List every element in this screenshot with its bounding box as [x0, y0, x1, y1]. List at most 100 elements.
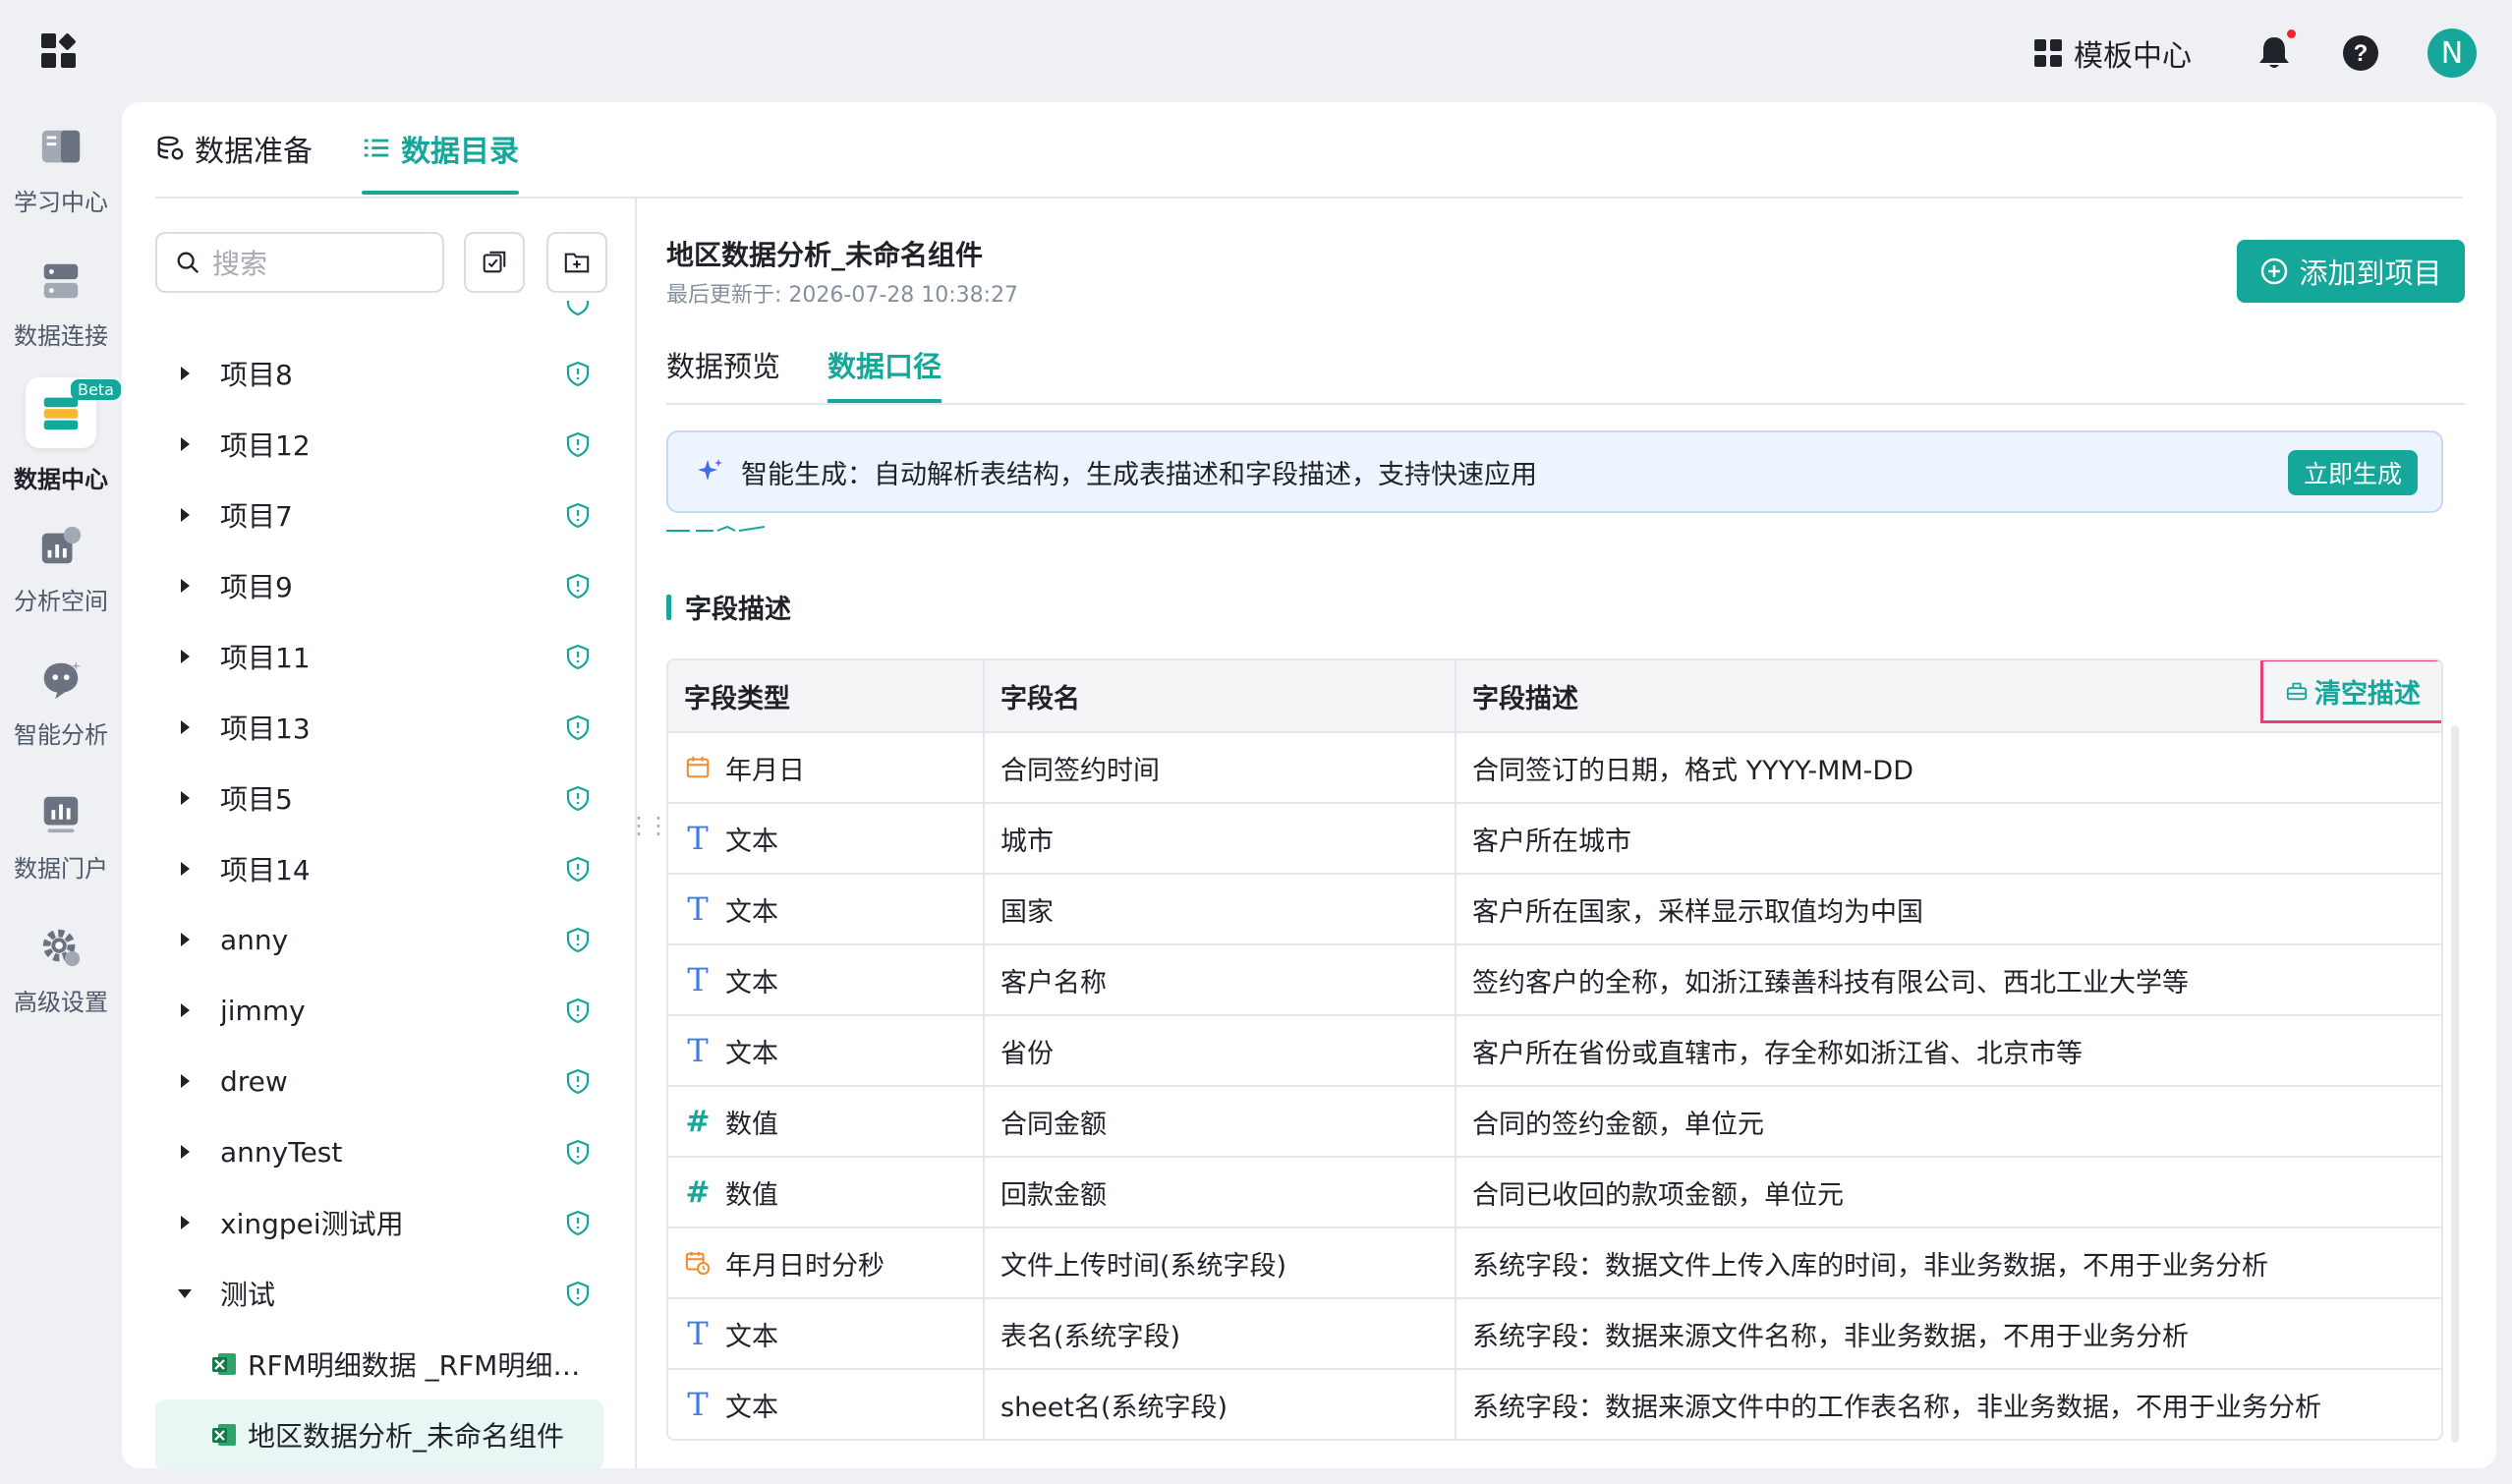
tree-item[interactable]: 项目8 — [155, 338, 603, 409]
cell-field-desc[interactable]: 合同的签约金额，单位元 — [1455, 1087, 2441, 1156]
section-title-text: 字段描述 — [685, 595, 791, 625]
tree-item-label: 项目9 — [220, 571, 293, 603]
tab-data-prep[interactable]: 数据准备 — [155, 102, 313, 195]
nav-label: 智能分析 — [14, 721, 108, 749]
resize-handle-icon[interactable]: ⋮⋮ — [627, 812, 670, 839]
cell-field-desc[interactable]: 合同签订的日期，格式 YYYY-MM-DD — [1455, 733, 2441, 802]
caret-right-icon[interactable] — [175, 578, 195, 594]
field-type-label: 文本 — [725, 1392, 778, 1423]
tree-item[interactable]: 项目12 — [155, 409, 603, 480]
cell-field-desc[interactable]: 合同已收回的款项金额，单位元 — [1455, 1158, 2441, 1227]
tree-item[interactable]: 项目13 — [155, 692, 603, 763]
template-center-label: 模板中心 — [2074, 39, 2192, 74]
new-folder-button[interactable] — [546, 232, 607, 293]
field-type-label: 文本 — [725, 1038, 778, 1069]
nav-label: 数据中心 — [14, 466, 108, 493]
nav-data-center[interactable]: Beta 数据中心 — [0, 377, 122, 494]
content-tabs: 数据预览 数据口径 — [666, 326, 989, 403]
caret-right-icon[interactable] — [175, 1215, 195, 1230]
cell-field-desc[interactable]: 客户所在城市 — [1455, 804, 2441, 873]
nav-smart-analysis[interactable]: 智能分析 — [0, 656, 122, 750]
table-row: T 文本 城市 客户所在城市 — [668, 802, 2441, 873]
caret-down-icon[interactable] — [175, 1285, 195, 1301]
cell-field-desc[interactable]: 系统字段：数据来源文件中的工作表名称，非业务数据，不用于业务分析 — [1455, 1370, 2441, 1439]
cell-field-type: # 数值 — [668, 1158, 983, 1227]
tree-item[interactable]: 项目7 — [155, 480, 603, 550]
caret-right-icon[interactable] — [175, 366, 195, 381]
tree-item[interactable]: annyTest — [155, 1116, 603, 1187]
caret-right-icon[interactable] — [175, 1002, 195, 1018]
caret-right-icon[interactable] — [175, 436, 195, 452]
clear-description-label: 清空描述 — [2314, 678, 2421, 710]
tree-item-label: drew — [220, 1064, 288, 1098]
cell-field-desc[interactable]: 客户所在国家，采样显示取值均为中国 — [1455, 875, 2441, 943]
nav-analysis-space[interactable]: 分析空间 — [0, 523, 122, 616]
tab-data-catalog[interactable]: 数据目录 — [362, 102, 519, 195]
shield-icon — [566, 927, 590, 953]
app-grid-icon[interactable] — [39, 31, 79, 71]
text-type-icon: T — [687, 1315, 709, 1352]
tab-label: 数据准备 — [195, 135, 313, 169]
tree-item[interactable]: 项目5 — [155, 763, 603, 833]
cell-field-name: 省份 — [983, 1016, 1455, 1085]
caret-right-icon[interactable] — [175, 719, 195, 735]
tree-leaf-item[interactable]: 地区数据分析_未命名组件 — [155, 1399, 603, 1468]
caret-right-icon[interactable] — [175, 790, 195, 806]
nav-advanced-settings[interactable]: 高级设置 — [0, 924, 122, 1017]
data-prep-icon — [157, 136, 184, 160]
tab-data-preview[interactable]: 数据预览 — [666, 326, 780, 403]
caret-right-icon[interactable] — [175, 1073, 195, 1089]
avatar[interactable]: N — [2427, 29, 2477, 78]
divider — [666, 403, 2465, 405]
catalog-tree: 项目8 项目12 项目7 项目9 项目11 项目13 项目5 项目14 anny jimmy dre… — [155, 301, 637, 1468]
field-type-label: 文本 — [725, 826, 778, 857]
tree-item[interactable]: drew — [155, 1046, 603, 1116]
table-row: T 文本 客户名称 签约客户的全称，如浙江臻善科技有限公司、西北工业大学等 — [668, 943, 2441, 1014]
nav-data-connection[interactable]: 数据连接 — [0, 257, 122, 351]
clear-description-button[interactable]: 清空描述 — [2260, 660, 2441, 723]
main-panel: 数据准备 数据目录 搜索 项目8 项目12 项目7 项目9 项目11 项目13 项目5 项目1… — [122, 102, 2496, 1468]
tree-item[interactable]: 项目11 — [155, 621, 603, 692]
caret-right-icon[interactable] — [175, 1144, 195, 1160]
checkbox-edit-icon — [483, 251, 506, 273]
clipped-content — [666, 525, 765, 532]
nav-data-portal[interactable]: 数据门户 — [0, 790, 122, 884]
cell-field-desc[interactable]: 签约客户的全称，如浙江臻善科技有限公司、西北工业大学等 — [1455, 945, 2441, 1014]
caret-right-icon[interactable] — [175, 507, 195, 523]
header-field-desc-label: 字段描述 — [1472, 683, 1578, 714]
caret-right-icon[interactable] — [175, 932, 195, 947]
scrollbar[interactable] — [2451, 725, 2459, 1443]
cell-field-desc[interactable]: 系统字段：数据文件上传入库的时间，非业务数据，不用于业务分析 — [1455, 1228, 2441, 1297]
generate-now-button[interactable]: 立即生成 — [2288, 450, 2418, 495]
batch-select-button[interactable] — [464, 232, 525, 293]
tree-item[interactable]: xingpei测试用 — [155, 1187, 603, 1258]
tab-data-definition[interactable]: 数据口径 — [828, 326, 942, 403]
add-to-project-button[interactable]: 添加到项目 — [2237, 240, 2465, 303]
shield-icon — [566, 301, 590, 316]
tree-leaf-item[interactable]: RFM明细数据 _RFM明细数据 — [155, 1329, 603, 1399]
tree-item[interactable]: 项目9 — [155, 550, 603, 621]
caret-right-icon[interactable] — [175, 861, 195, 877]
tree-item-label: 项目7 — [220, 500, 293, 533]
tree-item[interactable]: 项目14 — [155, 833, 603, 904]
caret-right-icon[interactable] — [175, 649, 195, 664]
shield-icon — [566, 856, 590, 883]
cell-field-desc[interactable]: 客户所在省份或直辖市，存全称如浙江省、北京市等 — [1455, 1016, 2441, 1085]
nav-learning-center[interactable]: 学习中心 — [0, 124, 122, 217]
cell-field-desc[interactable]: 系统字段：数据来源文件名称，非业务数据，不用于业务分析 — [1455, 1299, 2441, 1368]
search-input[interactable]: 搜索 — [155, 232, 444, 293]
header-field-desc: 字段描述 清空描述 — [1455, 660, 2441, 731]
shield-icon — [566, 785, 590, 812]
tree-item[interactable]: 测试 — [155, 1258, 603, 1329]
sparkle-icon — [698, 459, 722, 481]
text-type-icon: T — [687, 1032, 709, 1069]
table-row: # 数值 合同金额 合同的签约金额，单位元 — [668, 1085, 2441, 1156]
tree-item-label: 测试 — [220, 1279, 276, 1311]
notification-bell-icon[interactable] — [2255, 29, 2296, 73]
template-center-button[interactable]: 模板中心 — [2032, 31, 2192, 75]
tree-item[interactable]: jimmy — [155, 975, 603, 1046]
cell-field-name: 客户名称 — [983, 945, 1455, 1014]
help-icon[interactable]: ? — [2341, 33, 2380, 73]
tree-item[interactable]: anny — [155, 904, 603, 975]
main-tabs: 数据准备 数据目录 — [155, 102, 568, 195]
